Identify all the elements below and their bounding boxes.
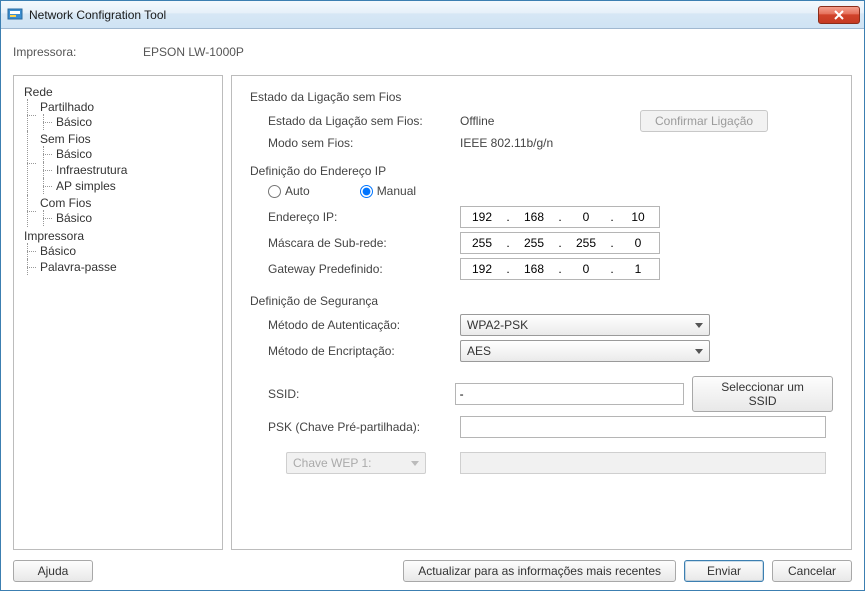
wireless-mode-label: Modo sem Fios: xyxy=(250,136,460,150)
chevron-down-icon xyxy=(695,349,703,354)
titlebar: Network Configration Tool xyxy=(1,1,864,29)
tree-label: Sem Fios xyxy=(38,131,93,147)
help-button[interactable]: Ajuda xyxy=(13,560,93,582)
tree-item-sf-ap[interactable]: AP simples xyxy=(54,178,218,194)
ip-octet[interactable] xyxy=(461,235,503,251)
ip-octet[interactable] xyxy=(565,209,607,225)
printer-value: EPSON LW-1000P xyxy=(143,45,244,59)
subnet-mask-label: Máscara de Sub-rede: xyxy=(250,236,460,250)
ip-octet[interactable] xyxy=(565,261,607,277)
select-ssid-button[interactable]: Seleccionar um SSID xyxy=(692,376,833,412)
ip-auto-option[interactable]: Auto xyxy=(268,184,310,198)
tree-label: Infraestrutura xyxy=(54,162,129,178)
subnet-mask-input[interactable]: . . . xyxy=(460,232,660,254)
section-ip: Definição do Endereço IP xyxy=(250,164,833,178)
auth-method-label: Método de Autenticação: xyxy=(250,318,460,332)
ssid-label: SSID: xyxy=(250,387,455,401)
chevron-down-icon xyxy=(695,323,703,328)
gateway-label: Gateway Predefinido: xyxy=(250,262,460,276)
ip-address-label: Endereço IP: xyxy=(250,210,460,224)
printer-header: Impressora: EPSON LW-1000P xyxy=(13,39,852,65)
tree-item-partilhado-basico[interactable]: Básico xyxy=(54,114,218,130)
close-button[interactable] xyxy=(818,6,860,24)
refresh-button[interactable]: Actualizar para as informações mais rece… xyxy=(403,560,676,582)
send-button[interactable]: Enviar xyxy=(684,560,764,582)
tree-label: Básico xyxy=(54,146,94,162)
tree-label: Básico xyxy=(54,114,94,130)
tree-item-cf-basico[interactable]: Básico xyxy=(54,210,218,226)
auth-method-select[interactable]: WPA2-PSK xyxy=(460,314,710,336)
ip-octet[interactable] xyxy=(565,235,607,251)
tree-label: AP simples xyxy=(54,178,118,194)
printer-label: Impressora: xyxy=(13,45,143,59)
ip-octet[interactable] xyxy=(513,235,555,251)
psk-label: PSK (Chave Pré-partilhada): xyxy=(250,420,460,434)
enc-method-select[interactable]: AES xyxy=(460,340,710,362)
ip-octet[interactable] xyxy=(617,235,659,251)
ip-octet[interactable] xyxy=(461,261,503,277)
content-panel: Estado da Ligação sem Fios Estado da Lig… xyxy=(231,75,852,550)
tree-item-rede[interactable]: Rede Partilhado Básico Sem Fios Básico I… xyxy=(22,84,218,228)
ip-manual-option[interactable]: Manual xyxy=(360,184,416,198)
client-area: Impressora: EPSON LW-1000P Rede Partilha… xyxy=(1,29,864,590)
enc-method-value: AES xyxy=(467,344,695,358)
ip-octet[interactable] xyxy=(617,209,659,225)
ip-octet[interactable] xyxy=(461,209,503,225)
close-icon xyxy=(834,10,844,20)
wep-key-select: Chave WEP 1: xyxy=(286,452,426,474)
tree-item-sf-basico[interactable]: Básico xyxy=(54,146,218,162)
confirm-connection-button[interactable]: Confirmar Ligação xyxy=(640,110,768,132)
ip-octet[interactable] xyxy=(513,209,555,225)
footer: Ajuda Actualizar para as informações mai… xyxy=(13,560,852,582)
nav-tree: Rede Partilhado Básico Sem Fios Básico I… xyxy=(18,84,218,276)
ip-auto-label: Auto xyxy=(285,184,310,198)
tree-label: Partilhado xyxy=(38,99,96,115)
cancel-button[interactable]: Cancelar xyxy=(772,560,852,582)
ip-address-input[interactable]: . . . xyxy=(460,206,660,228)
tree-item-impressora[interactable]: Impressora Básico Palavra-passe xyxy=(22,228,218,276)
gateway-input[interactable]: . . . xyxy=(460,258,660,280)
wep-key-value: Chave WEP 1: xyxy=(293,456,411,470)
tree-item-semfios[interactable]: Sem Fios Básico Infraestrutura AP simple… xyxy=(38,131,218,195)
section-wireless-status: Estado da Ligação sem Fios xyxy=(250,90,833,104)
psk-input[interactable] xyxy=(460,416,826,438)
tree-panel: Rede Partilhado Básico Sem Fios Básico I… xyxy=(13,75,223,550)
conn-status-label: Estado da Ligação sem Fios: xyxy=(250,114,460,128)
auth-method-value: WPA2-PSK xyxy=(467,318,695,332)
app-icon xyxy=(7,7,23,23)
tree-item-imp-basico[interactable]: Básico xyxy=(38,243,218,259)
wireless-mode-value: IEEE 802.11b/g/n xyxy=(460,136,640,150)
tree-label: Impressora xyxy=(22,228,86,244)
tree-item-partilhado[interactable]: Partilhado Básico xyxy=(38,99,218,131)
ssid-input[interactable] xyxy=(455,383,685,405)
tree-label: Palavra-passe xyxy=(38,259,119,275)
window: Network Configration Tool Impressora: EP… xyxy=(0,0,865,591)
tree-label: Com Fios xyxy=(38,195,93,211)
enc-method-label: Método de Encriptação: xyxy=(250,344,460,358)
tree-label: Básico xyxy=(38,243,78,259)
ip-manual-label: Manual xyxy=(377,184,416,198)
wep-input xyxy=(460,452,826,474)
tree-item-comfios[interactable]: Com Fios Básico xyxy=(38,195,218,227)
ip-auto-radio[interactable] xyxy=(268,185,281,198)
tree-label: Rede xyxy=(22,84,55,100)
window-title: Network Configration Tool xyxy=(29,8,166,22)
ip-octet[interactable] xyxy=(513,261,555,277)
section-security: Definição de Segurança xyxy=(250,294,833,308)
ip-manual-radio[interactable] xyxy=(360,185,373,198)
tree-item-sf-infra[interactable]: Infraestrutura xyxy=(54,162,218,178)
ip-octet[interactable] xyxy=(617,261,659,277)
tree-item-imp-pass[interactable]: Palavra-passe xyxy=(38,259,218,275)
conn-status-value: Offline xyxy=(460,114,640,128)
chevron-down-icon xyxy=(411,461,419,466)
tree-label: Básico xyxy=(54,210,94,226)
